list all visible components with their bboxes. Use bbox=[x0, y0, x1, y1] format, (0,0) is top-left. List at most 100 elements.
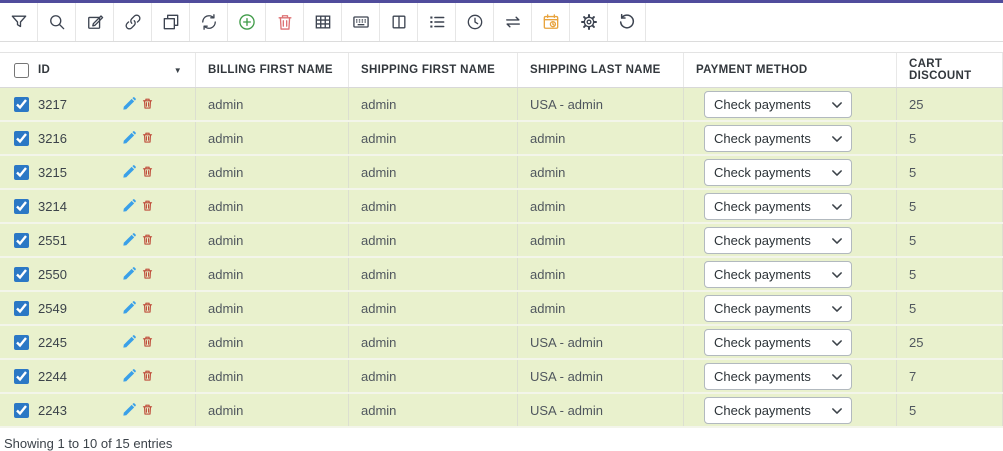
edit-row-icon[interactable] bbox=[122, 164, 137, 179]
orders-table: ID ▼ BILLING FIRST NAME SHIPPING FIRST N… bbox=[0, 52, 1003, 428]
cart-discount: 5 bbox=[897, 224, 1003, 256]
id-cell: 2243 bbox=[0, 394, 196, 426]
edit-row-icon[interactable] bbox=[122, 300, 137, 315]
row-checkbox[interactable] bbox=[14, 131, 29, 146]
edit-row-icon[interactable] bbox=[122, 266, 137, 281]
column-header-billing-first-name[interactable]: BILLING FIRST NAME bbox=[196, 53, 349, 87]
payment-method-select[interactable]: Check payments bbox=[704, 329, 852, 356]
toolbar-button-date[interactable] bbox=[532, 3, 570, 41]
toolbar-button-list-view[interactable] bbox=[418, 3, 456, 41]
billing-first-name: admin bbox=[196, 224, 349, 256]
entries-status-text: Showing 1 to 10 of 15 entries bbox=[4, 436, 172, 451]
delete-row-icon[interactable] bbox=[141, 199, 154, 212]
shipping-first-name: admin bbox=[349, 156, 518, 188]
payment-method-select[interactable]: Check payments bbox=[704, 227, 852, 254]
payment-method-cell: Check payments bbox=[684, 258, 897, 290]
select-all-checkbox[interactable] bbox=[14, 63, 29, 78]
toolbar-button-delete[interactable] bbox=[266, 3, 304, 41]
filter-icon bbox=[9, 12, 29, 32]
table-header-row: ID ▼ BILLING FIRST NAME SHIPPING FIRST N… bbox=[0, 52, 1003, 88]
row-checkbox[interactable] bbox=[14, 97, 29, 112]
column-header-shipping-last-name[interactable]: SHIPPING LAST NAME bbox=[518, 53, 684, 87]
edit-row-icon[interactable] bbox=[122, 96, 137, 111]
edit-row-icon[interactable] bbox=[122, 130, 137, 145]
toolbar-button-duplicate[interactable] bbox=[152, 3, 190, 41]
toolbar-button-refresh[interactable] bbox=[190, 3, 228, 41]
row-checkbox[interactable] bbox=[14, 335, 29, 350]
payment-method-select[interactable]: Check payments bbox=[704, 363, 852, 390]
toolbar-button-link[interactable] bbox=[114, 3, 152, 41]
row-checkbox[interactable] bbox=[14, 199, 29, 214]
payment-method-select[interactable]: Check payments bbox=[704, 295, 852, 322]
toolbar-button-table-view[interactable] bbox=[304, 3, 342, 41]
toolbar-button-reload[interactable] bbox=[608, 3, 646, 41]
payment-method-cell: Check payments bbox=[684, 190, 897, 222]
row-checkbox[interactable] bbox=[14, 301, 29, 316]
delete-row-icon[interactable] bbox=[141, 267, 154, 280]
delete-row-icon[interactable] bbox=[141, 403, 154, 416]
delete-row-icon[interactable] bbox=[141, 335, 154, 348]
payment-method-select[interactable]: Check payments bbox=[704, 193, 852, 220]
payment-method-select[interactable]: Check payments bbox=[704, 125, 852, 152]
payment-method-cell: Check payments bbox=[684, 326, 897, 358]
toolbar-button-filter[interactable] bbox=[0, 3, 38, 41]
toolbar-button-inline-edit[interactable] bbox=[342, 3, 380, 41]
cart-discount: 5 bbox=[897, 394, 1003, 426]
row-checkbox[interactable] bbox=[14, 369, 29, 384]
delete-row-icon[interactable] bbox=[141, 165, 154, 178]
payment-method-select[interactable]: Check payments bbox=[704, 261, 852, 288]
billing-first-name: admin bbox=[196, 88, 349, 120]
shipping-first-name: admin bbox=[349, 326, 518, 358]
edit-row-icon[interactable] bbox=[122, 198, 137, 213]
sort-descending-icon[interactable]: ▼ bbox=[174, 66, 182, 75]
row-id: 3214 bbox=[38, 199, 67, 214]
plus-circle-icon bbox=[237, 12, 257, 32]
payment-method-cell: Check payments bbox=[684, 156, 897, 188]
toolbar-button-compare[interactable] bbox=[494, 3, 532, 41]
billing-first-name: admin bbox=[196, 258, 349, 290]
row-id: 2550 bbox=[38, 267, 67, 282]
column-header-id-label: ID bbox=[38, 64, 50, 76]
payment-method-cell: Check payments bbox=[684, 88, 897, 120]
link-icon bbox=[123, 12, 143, 32]
toolbar-button-columns[interactable] bbox=[380, 3, 418, 41]
columns-icon bbox=[389, 12, 409, 32]
payment-method-cell: Check payments bbox=[684, 122, 897, 154]
payment-method-select[interactable]: Check payments bbox=[704, 397, 852, 424]
toolbar-button-settings[interactable] bbox=[570, 3, 608, 41]
column-header-payment-method[interactable]: PAYMENT METHOD bbox=[684, 53, 897, 87]
column-header-cart-discount[interactable]: CART DISCOUNT bbox=[897, 53, 1003, 87]
shipping-last-name: admin bbox=[518, 292, 684, 324]
row-id: 2243 bbox=[38, 403, 67, 418]
id-cell: 2549 bbox=[0, 292, 196, 324]
toolbar-button-edit[interactable] bbox=[76, 3, 114, 41]
edit-row-icon[interactable] bbox=[122, 334, 137, 349]
edit-row-icon[interactable] bbox=[122, 368, 137, 383]
toolbar-button-search[interactable] bbox=[38, 3, 76, 41]
billing-first-name: admin bbox=[196, 122, 349, 154]
row-checkbox[interactable] bbox=[14, 267, 29, 282]
toolbar-button-add-new[interactable] bbox=[228, 3, 266, 41]
edit-row-icon[interactable] bbox=[122, 232, 137, 247]
edit-row-icon[interactable] bbox=[122, 402, 137, 417]
delete-row-icon[interactable] bbox=[141, 131, 154, 144]
toolbar-button-history[interactable] bbox=[456, 3, 494, 41]
shipping-first-name: admin bbox=[349, 224, 518, 256]
row-checkbox[interactable] bbox=[14, 233, 29, 248]
row-checkbox[interactable] bbox=[14, 165, 29, 180]
table-row: 3214 admin admin admin Check payments 5 bbox=[0, 190, 1003, 224]
row-id: 2549 bbox=[38, 301, 67, 316]
delete-row-icon[interactable] bbox=[141, 97, 154, 110]
column-header-id[interactable]: ID ▼ bbox=[0, 53, 196, 87]
delete-row-icon[interactable] bbox=[141, 301, 154, 314]
shipping-last-name: admin bbox=[518, 122, 684, 154]
row-checkbox[interactable] bbox=[14, 403, 29, 418]
payment-method-select[interactable]: Check payments bbox=[704, 91, 852, 118]
cart-discount: 5 bbox=[897, 258, 1003, 290]
delete-row-icon[interactable] bbox=[141, 369, 154, 382]
column-header-shipping-first-name[interactable]: SHIPPING FIRST NAME bbox=[349, 53, 518, 87]
billing-first-name: admin bbox=[196, 292, 349, 324]
payment-method-select[interactable]: Check payments bbox=[704, 159, 852, 186]
payment-method-cell: Check payments bbox=[684, 360, 897, 392]
delete-row-icon[interactable] bbox=[141, 233, 154, 246]
